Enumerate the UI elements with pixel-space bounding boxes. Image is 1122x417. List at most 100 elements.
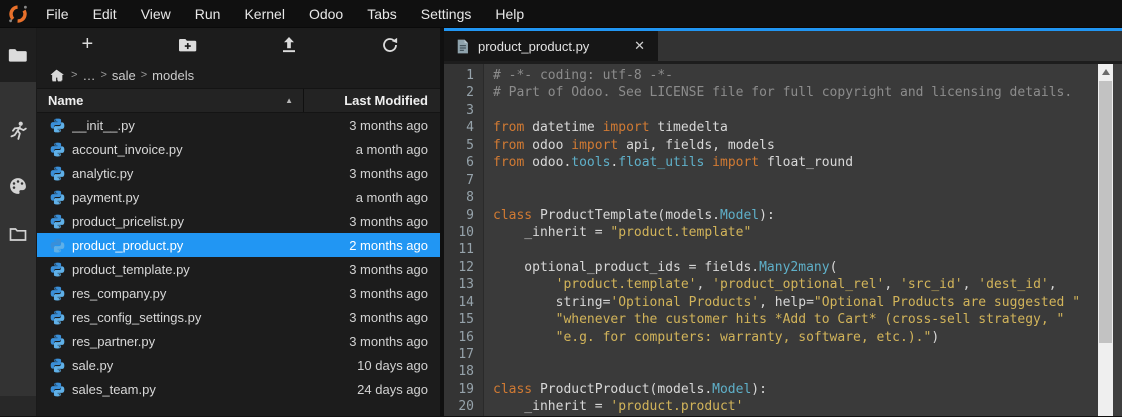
code-line: optional_product_ids = fields.Many2many( [493,259,1122,276]
file-row[interactable]: product_template.py3 months ago [37,257,440,281]
file-modified: 3 months ago [349,334,440,349]
editor-right-edge [1113,64,1122,416]
file-name: payment.py [72,190,356,205]
line-number: 20 [444,398,483,415]
file-name: account_invoice.py [72,142,356,157]
code-line: string='Optional Products', help="Option… [493,294,1122,311]
sidebar-tab-running[interactable] [0,120,36,142]
home-icon[interactable] [50,69,64,82]
editor-scrollbar[interactable] [1098,64,1113,416]
menu-odoo[interactable]: Odoo [297,0,355,28]
breadcrumb-segment[interactable]: models [152,68,194,83]
line-number: 17 [444,346,483,363]
menu-bar: FileEditViewRunKernelOdooTabsSettingsHel… [0,0,1122,28]
code-line: # -*- coding: utf-8 -*- [493,67,1122,84]
file-modified: 24 days ago [357,382,440,397]
file-row[interactable]: res_partner.py3 months ago [37,329,440,353]
code-editor: 1234567891011121314151617181920 # -*- co… [444,61,1122,416]
file-row[interactable]: res_company.py3 months ago [37,281,440,305]
sidebar-tab-filebrowser[interactable] [0,28,36,82]
file-row[interactable]: sales_team.py24 days ago [37,377,440,401]
line-number: 3 [444,102,483,119]
breadcrumb-segment[interactable]: sale [112,68,136,83]
column-header-name[interactable]: Name [37,93,285,108]
menu-items: FileEditViewRunKernelOdooTabsSettingsHel… [34,0,536,28]
breadcrumb-separator: > [95,69,111,81]
upload-icon [281,36,297,54]
file-row[interactable]: payment.pya month ago [37,185,440,209]
menu-file[interactable]: File [34,0,81,28]
column-header-modified[interactable]: Last Modified [304,93,440,108]
python-file-icon [50,262,65,277]
code-line: class ProductProduct(models.Model): [493,381,1122,398]
file-modified: 3 months ago [349,118,440,133]
breadcrumb-segment[interactable]: … [82,68,95,83]
up-arrow-icon [1102,69,1110,75]
sidebar-tab-opentabs[interactable] [0,224,36,244]
file-modified: a month ago [356,190,440,205]
line-number: 4 [444,119,483,136]
line-number: 10 [444,224,483,241]
new-launcher-button[interactable]: + [37,28,138,62]
activity-bar [0,28,37,416]
menu-run[interactable]: Run [183,0,233,28]
refresh-button[interactable] [339,28,440,62]
scrollbar-thumb[interactable] [1099,81,1112,343]
line-number-gutter: 1234567891011121314151617181920 [444,64,484,416]
new-folder-button[interactable] [138,28,239,62]
sidebar-tab-commands[interactable] [0,176,36,196]
file-name: res_config_settings.py [72,310,349,325]
line-number: 12 [444,259,483,276]
running-man-icon [8,120,28,142]
file-browser-panel: + [37,28,440,416]
file-row[interactable]: analytic.py3 months ago [37,161,440,185]
file-modified: 3 months ago [349,310,440,325]
tab-close-icon[interactable]: ✕ [632,38,647,54]
folder-outline-icon [8,224,28,244]
upload-button[interactable] [239,28,340,62]
code-line: 'product.template', 'product_optional_re… [493,276,1122,293]
code-line [493,346,1122,363]
breadcrumb-separator: > [66,69,82,81]
code-area[interactable]: # -*- coding: utf-8 -*-# Part of Odoo. S… [484,64,1122,416]
menu-tabs[interactable]: Tabs [355,0,409,28]
file-list-header: Name ▲ Last Modified [37,88,440,113]
line-number: 1 [444,67,483,84]
scrollbar-up-button[interactable] [1098,64,1113,79]
line-number: 19 [444,381,483,398]
file-row[interactable]: res_config_settings.py3 months ago [37,305,440,329]
line-number: 15 [444,311,483,328]
python-file-icon [50,286,65,301]
code-line: "whenever the customer hits *Add to Cart… [493,311,1122,328]
python-file-icon [50,118,65,133]
file-modified: 3 months ago [349,286,440,301]
menu-edit[interactable]: Edit [81,0,129,28]
file-row[interactable]: account_invoice.pya month ago [37,137,440,161]
folder-icon [8,45,28,65]
python-file-icon [50,358,65,373]
file-row[interactable]: __init__.py3 months ago [37,113,440,137]
file-row[interactable]: sale.py10 days ago [37,353,440,377]
editor-panel: product_product.py ✕ 1234567891011121314… [444,28,1122,416]
line-number: 9 [444,207,483,224]
menu-view[interactable]: View [129,0,183,28]
breadcrumb-items: >…>sale>models [66,68,194,83]
file-row[interactable]: product_pricelist.py3 months ago [37,209,440,233]
python-file-icon [50,334,65,349]
python-file-icon [50,310,65,325]
code-line: class ProductTemplate(models.Model): [493,207,1122,224]
file-name: product_product.py [72,238,349,253]
code-line: # Part of Odoo. See LICENSE file for ful… [493,84,1122,101]
python-file-icon [50,238,65,253]
menu-kernel[interactable]: Kernel [232,0,296,28]
sort-ascending-icon[interactable]: ▲ [285,96,303,105]
tab-title: product_product.py [478,39,624,54]
editor-tab[interactable]: product_product.py ✕ [444,31,658,61]
line-number: 8 [444,189,483,206]
python-file-icon [50,214,65,229]
menu-help[interactable]: Help [483,0,536,28]
code-line: from odoo.tools.float_utils import float… [493,154,1122,171]
menu-settings[interactable]: Settings [409,0,484,28]
line-number: 13 [444,276,483,293]
file-row[interactable]: product_product.py2 months ago [37,233,440,257]
